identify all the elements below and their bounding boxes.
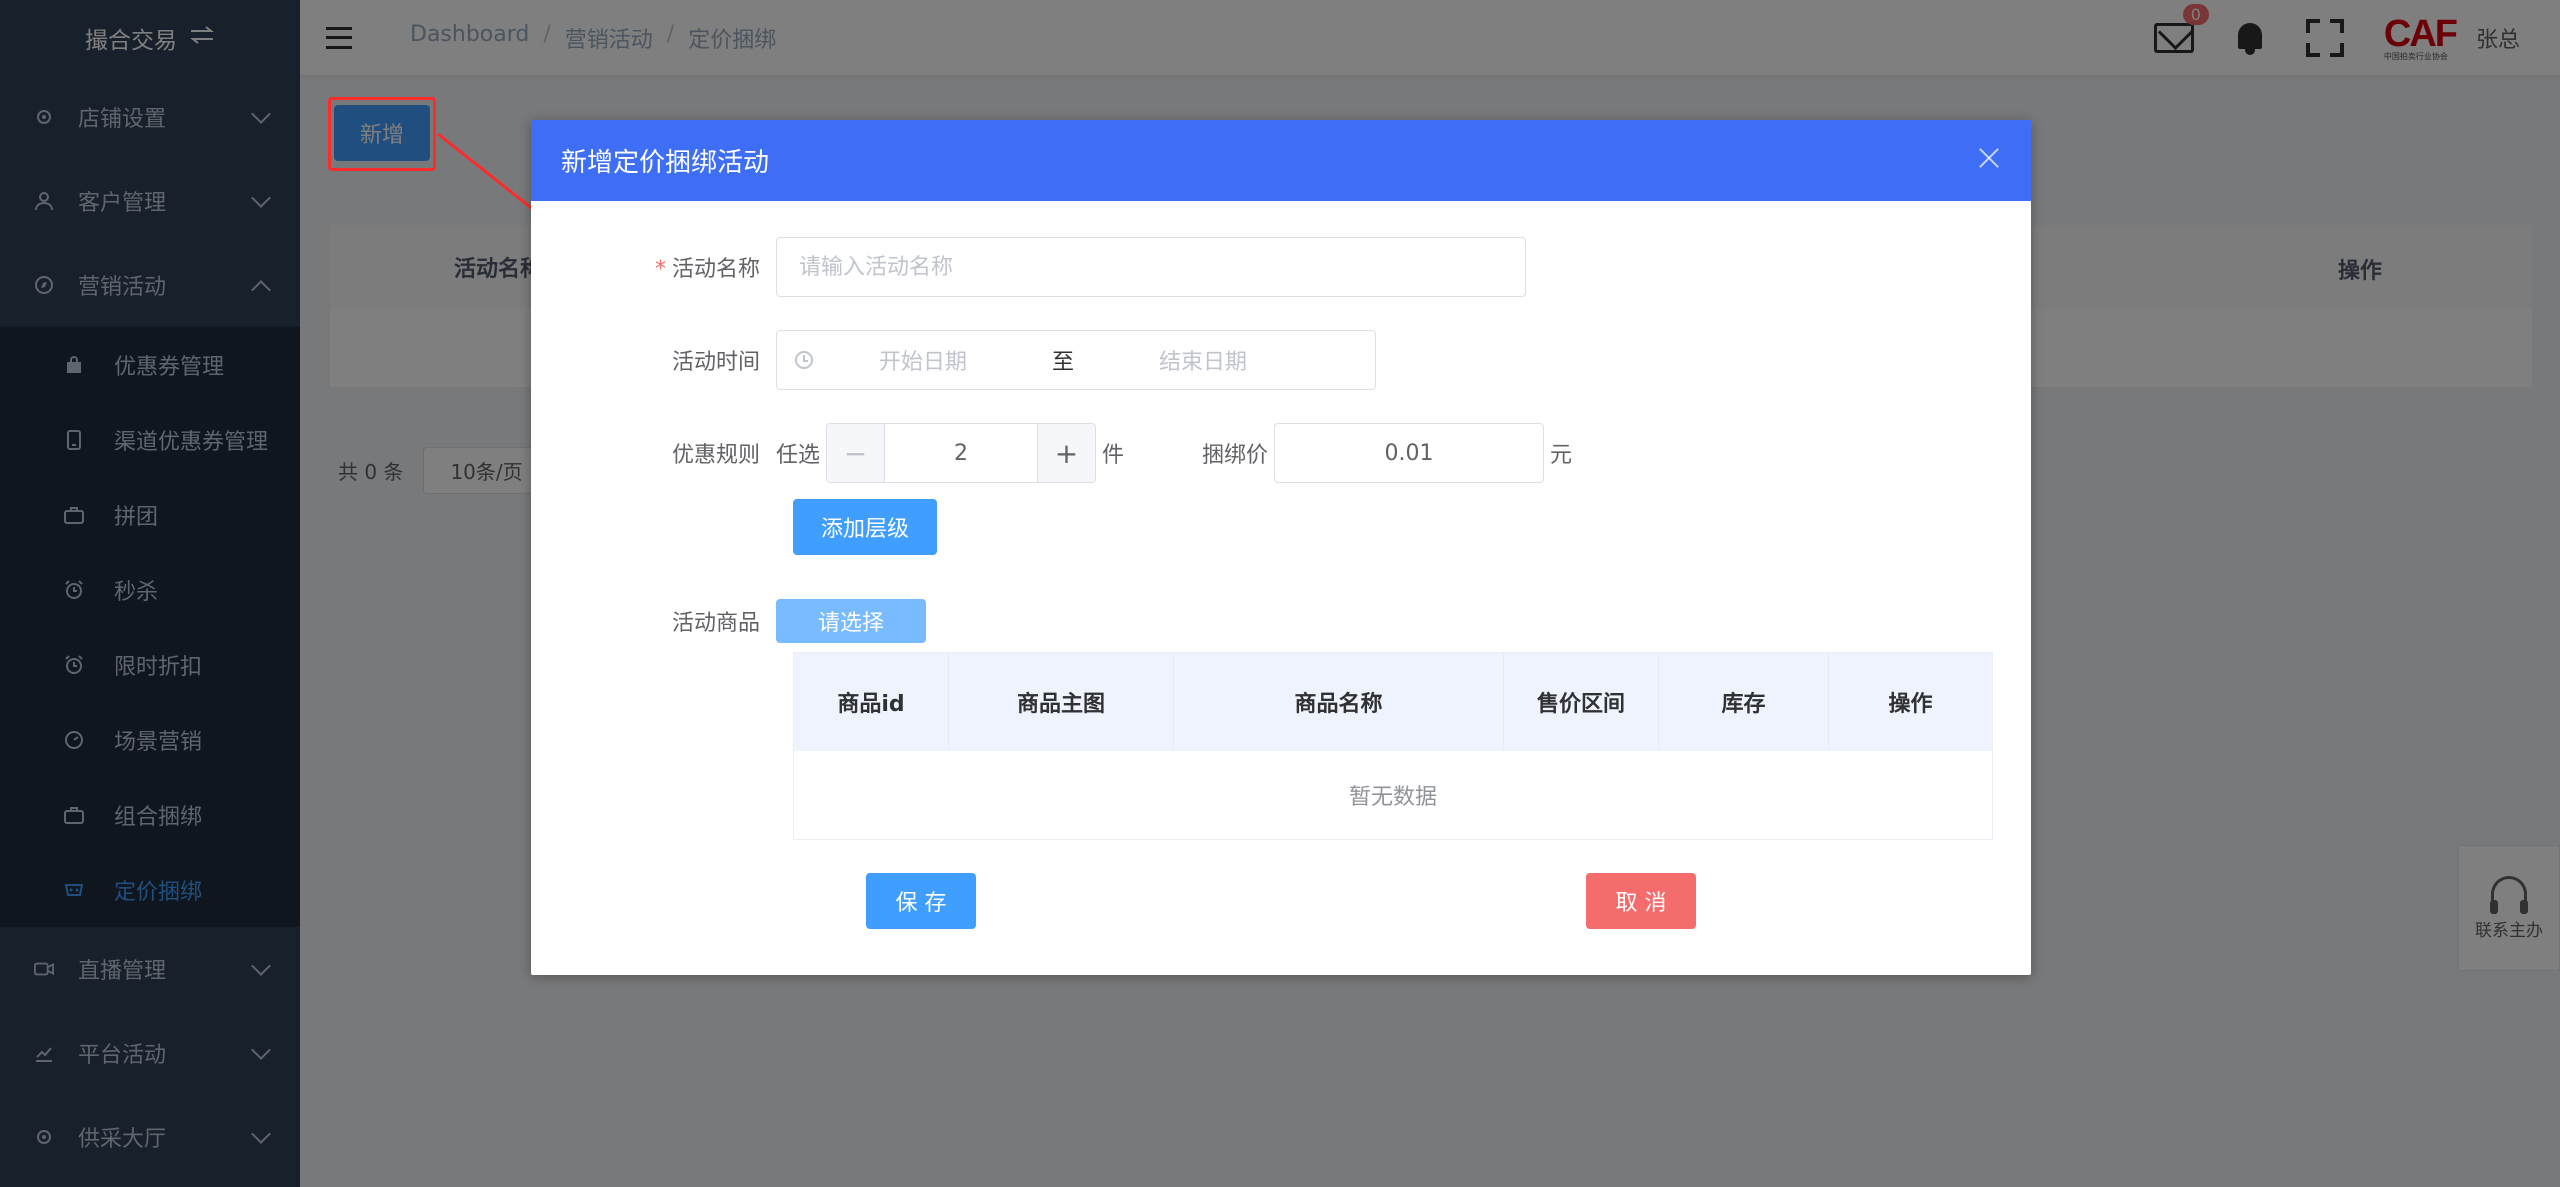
form-row-rule: 优惠规则 任选 − 2 + 件 捆绑价 0.01 元: [531, 423, 1572, 483]
required-mark: *: [654, 257, 666, 282]
bundle-price-label: 捆绑价: [1202, 443, 1269, 468]
goods-table: 商品id 商品主图 商品名称 售价区间 库存 操作 暂无数据: [793, 652, 1993, 840]
minus-icon[interactable]: −: [827, 424, 886, 482]
form-row-goods: 活动商品 请选择: [531, 599, 926, 643]
quantity-stepper: − 2 +: [826, 423, 1097, 483]
clock-icon: [795, 351, 813, 369]
time-label: 活动时间: [671, 350, 760, 375]
choose-goods-button[interactable]: 请选择: [776, 599, 926, 643]
column-header-name: 商品名称: [1174, 653, 1504, 751]
date-range-picker[interactable]: 开始日期 至 结束日期: [776, 330, 1376, 390]
price-unit: 元: [1550, 443, 1573, 468]
column-header-price: 售价区间: [1504, 653, 1659, 751]
pick-unit: 件: [1102, 443, 1125, 468]
column-header-stock: 库存: [1659, 653, 1829, 751]
form-row-time: 活动时间 开始日期 至 结束日期: [531, 330, 1376, 390]
dialog-header: 新增定价捆绑活动: [531, 120, 2031, 201]
pick-prefix: 任选: [776, 443, 821, 468]
add-level-button[interactable]: 添加层级: [793, 499, 937, 555]
cancel-button[interactable]: 取 消: [1586, 873, 1696, 929]
range-separator: 至: [1051, 350, 1074, 375]
rule-label: 优惠规则: [671, 443, 760, 468]
empty-state: 暂无数据: [1348, 785, 1437, 810]
column-header-id: 商品id: [794, 653, 949, 751]
annotation-highlight-box: [328, 97, 436, 171]
start-date-input[interactable]: 开始日期: [813, 344, 1033, 376]
quantity-value[interactable]: 2: [885, 424, 1037, 482]
name-label: * 活动名称: [531, 251, 776, 283]
column-header-image: 商品主图: [949, 653, 1174, 751]
goods-label: 活动商品: [671, 611, 760, 636]
column-header-ops: 操作: [1888, 692, 1933, 717]
name-label-text: 活动名称: [671, 257, 760, 282]
end-date-input[interactable]: 结束日期: [1093, 344, 1313, 376]
form-row-name: * 活动名称: [531, 237, 1526, 297]
plus-icon[interactable]: +: [1037, 424, 1096, 482]
activity-name-input[interactable]: [776, 237, 1526, 297]
save-button[interactable]: 保 存: [866, 873, 976, 929]
bundle-price-input[interactable]: 0.01: [1274, 423, 1545, 483]
goods-table-header: 商品id 商品主图 商品名称 售价区间 库存 操作: [794, 653, 1992, 751]
add-price-bundle-dialog: 新增定价捆绑活动 *活动名称 活动时间 开始日期 至 结束日期 优惠规则 任选 …: [531, 120, 2031, 975]
close-icon[interactable]: [1977, 146, 2001, 170]
dialog-title: 新增定价捆绑活动: [561, 148, 770, 178]
